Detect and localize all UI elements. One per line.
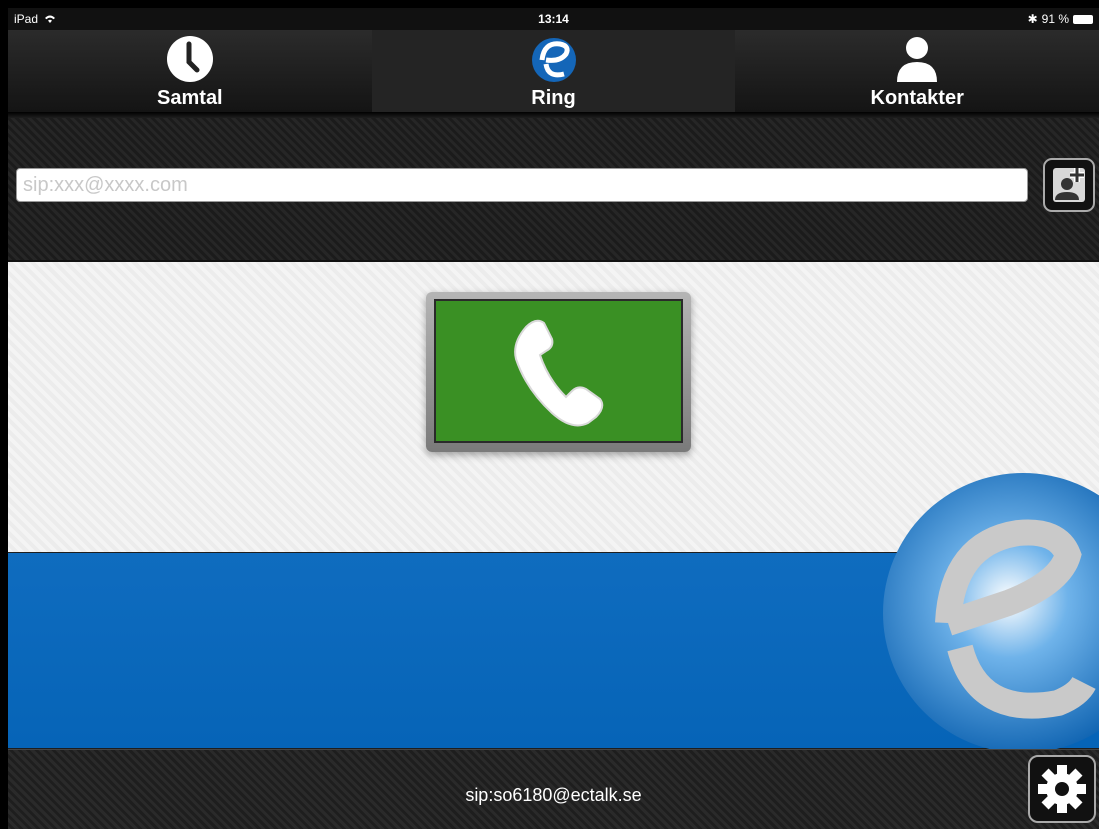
account-address: sip:so6180@ectalk.se [465, 785, 642, 805]
tab-ring-label: Ring [531, 87, 576, 109]
tab-bar: Samtal Ring Kontakter [8, 30, 1099, 112]
tab-kontakter[interactable]: Kontakter [735, 30, 1099, 112]
person-icon [897, 37, 938, 82]
battery-percent: 91 % [1041, 12, 1069, 26]
gear-icon [1038, 765, 1086, 813]
bluetooth-icon: ✱ [1027, 12, 1038, 26]
battery-icon [1073, 14, 1093, 24]
add-contact-icon [1053, 168, 1085, 202]
add-contact-button[interactable] [1043, 158, 1095, 212]
tab-ring[interactable]: Ring [371, 30, 736, 112]
bottom-bar: sip:so6180@ectalk.se [8, 749, 1099, 829]
settings-button[interactable] [1028, 755, 1096, 823]
app-window: iPad 13:14 ✱ 91 % Samtal Ring Kontakter … [8, 8, 1099, 829]
ectalk-logo-icon [531, 38, 576, 82]
status-right: ✱ 91 % [1028, 12, 1093, 26]
tab-samtal-label: Samtal [157, 87, 223, 109]
phone-icon [514, 319, 604, 427]
clock-icon [166, 36, 213, 82]
sip-address-input[interactable] [16, 168, 1028, 202]
status-bar: iPad 13:14 ✱ 91 % [8, 8, 1099, 30]
status-time: 13:14 [538, 12, 569, 26]
call-button[interactable] [426, 292, 691, 452]
dial-input-area [8, 118, 1099, 262]
tab-kontakter-label: Kontakter [870, 87, 964, 109]
ectalk-logo-large [883, 473, 1099, 753]
tab-samtal[interactable]: Samtal [8, 30, 372, 112]
call-button-face [434, 299, 683, 443]
